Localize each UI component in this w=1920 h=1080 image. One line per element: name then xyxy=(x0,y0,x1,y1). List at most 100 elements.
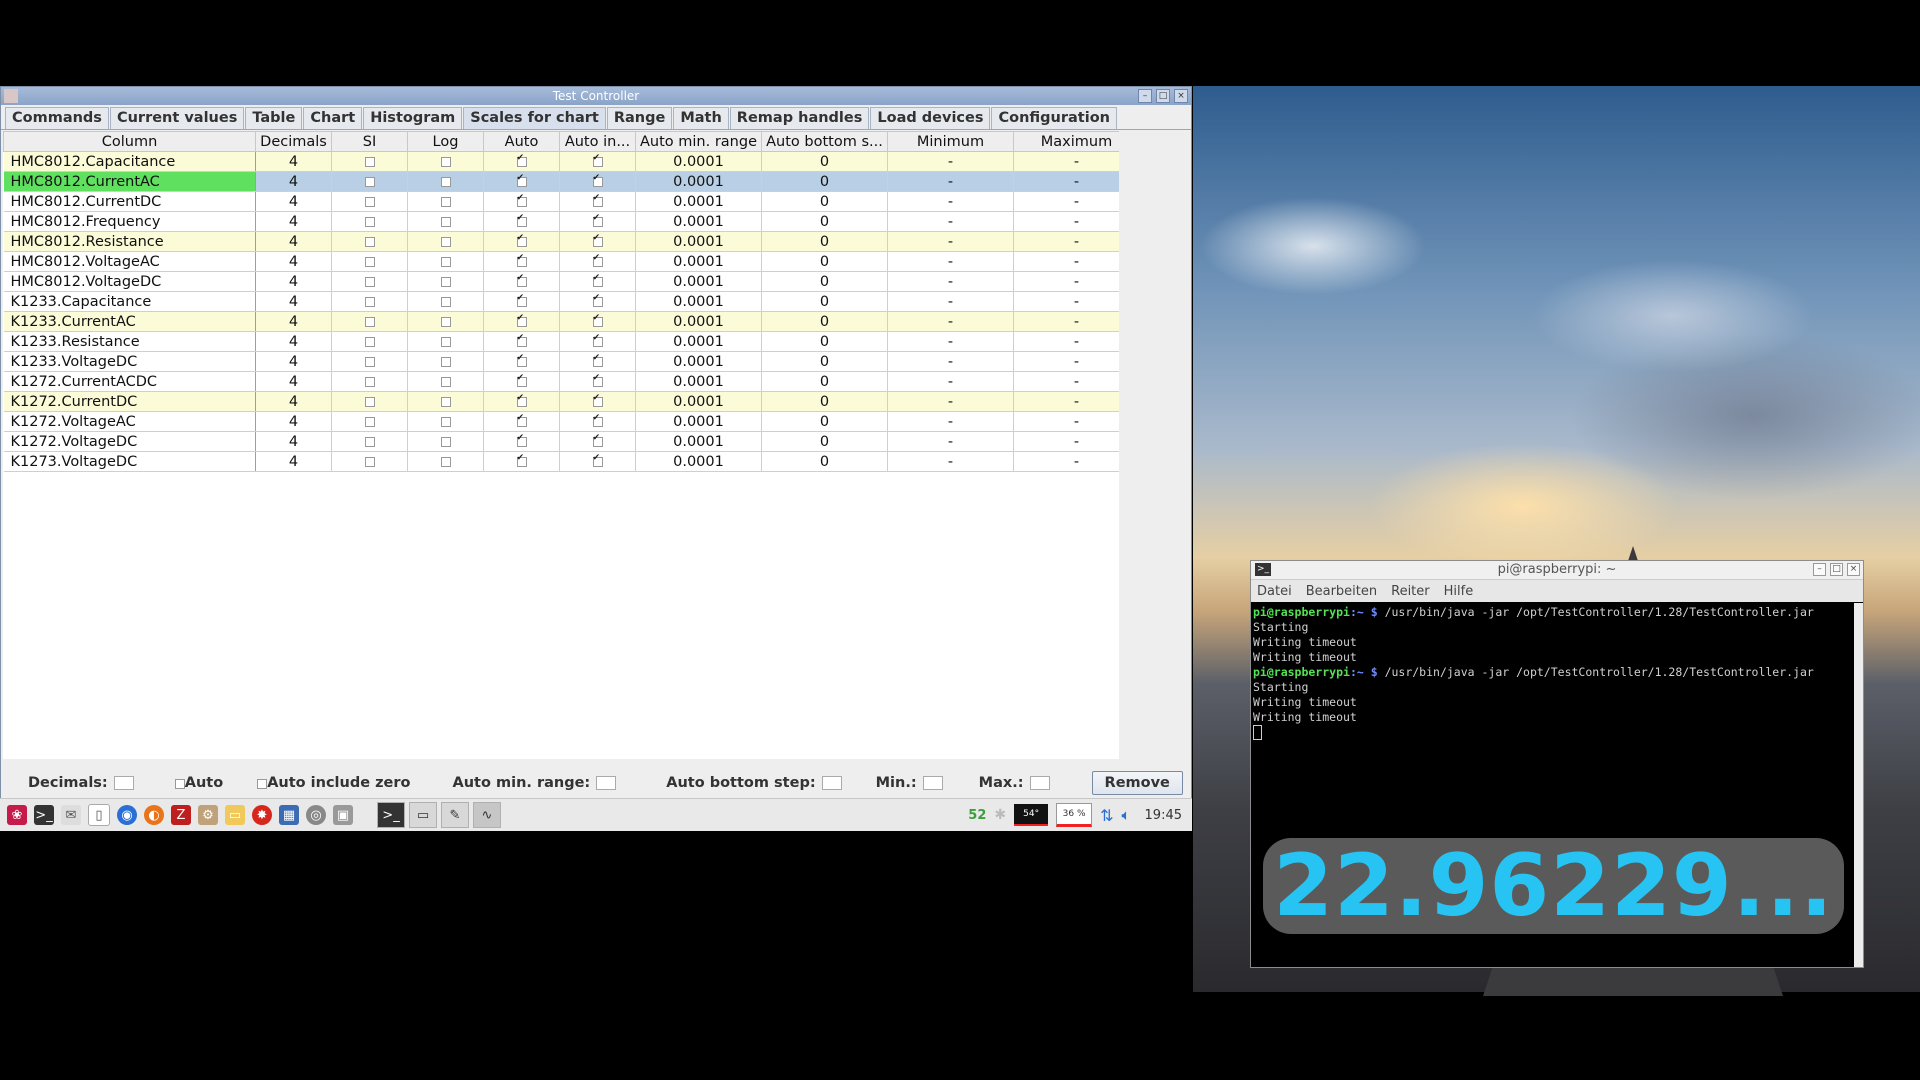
terminal-menu-bearbeiten[interactable]: Bearbeiten xyxy=(1306,584,1377,599)
decimals-cell[interactable]: 4 xyxy=(255,411,332,432)
decimals-cell[interactable]: 4 xyxy=(255,271,332,292)
auto-min-range-cell[interactable]: 0.0001 xyxy=(635,411,762,432)
cpu-temp-monitor[interactable]: 54° xyxy=(1014,804,1049,826)
auto-checkbox[interactable] xyxy=(516,393,527,407)
auto-min-range-cell[interactable]: 0.0001 xyxy=(635,291,762,312)
minimum-cell[interactable]: - xyxy=(887,251,1014,272)
auto-bottom-cell[interactable]: 0 xyxy=(761,431,888,452)
auto-min-range-cell[interactable]: 0.0001 xyxy=(635,251,762,272)
decimals-cell[interactable]: 4 xyxy=(255,251,332,272)
folder-icon[interactable]: ▭ xyxy=(225,805,245,825)
minimum-cell[interactable]: - xyxy=(887,371,1014,392)
log-checkbox[interactable] xyxy=(440,416,451,427)
taskbar-editor-window[interactable]: ✎ xyxy=(441,802,469,828)
terminal-scrollbar[interactable] xyxy=(1854,603,1863,967)
auto-include-checkbox[interactable] xyxy=(592,273,603,287)
auto-include-checkbox[interactable] xyxy=(592,173,603,187)
decimals-cell[interactable]: 4 xyxy=(255,171,332,192)
minimum-cell[interactable]: - xyxy=(887,351,1014,372)
minimize-icon[interactable]: – xyxy=(1138,89,1152,103)
auto-bottom-cell[interactable]: 0 xyxy=(761,191,888,212)
column-header[interactable]: Auto bottom s... xyxy=(761,131,888,152)
decimals-cell[interactable]: 4 xyxy=(255,151,332,172)
tab-table[interactable]: Table xyxy=(245,107,303,129)
auto-min-range-cell[interactable]: 0.0001 xyxy=(635,331,762,352)
remove-button[interactable]: Remove xyxy=(1091,771,1183,795)
close-icon[interactable]: × xyxy=(1174,89,1188,103)
tab-commands[interactable]: Commands xyxy=(5,107,109,129)
minimum-cell[interactable]: - xyxy=(887,151,1014,172)
minimum-cell[interactable]: - xyxy=(887,451,1014,472)
auto-bottom-cell[interactable]: 0 xyxy=(761,351,888,372)
min-field[interactable] xyxy=(922,776,943,790)
update-counter[interactable]: 52 xyxy=(968,808,986,823)
si-checkbox[interactable] xyxy=(364,176,375,187)
window-titlebar[interactable]: Test Controller – □ × xyxy=(1,87,1191,105)
table-row[interactable]: HMC8012.VoltageAC40.00010-- xyxy=(3,251,1140,272)
auto-checkbox[interactable] xyxy=(516,353,527,367)
auto-checkbox[interactable] xyxy=(516,213,527,227)
decimals-field[interactable] xyxy=(113,776,134,790)
log-checkbox[interactable] xyxy=(440,196,451,207)
auto-min-range-field[interactable] xyxy=(596,776,617,790)
si-checkbox[interactable] xyxy=(364,376,375,387)
table-row[interactable]: HMC8012.CurrentAC40.00010-- xyxy=(3,171,1140,192)
minimum-cell[interactable]: - xyxy=(887,171,1014,192)
auto-checkbox[interactable] xyxy=(516,373,527,387)
auto-checkbox[interactable] xyxy=(516,273,527,287)
decimals-cell[interactable]: 4 xyxy=(255,291,332,312)
auto-include-checkbox[interactable] xyxy=(592,373,603,387)
column-name-cell[interactable]: K1272.VoltageAC xyxy=(3,411,256,432)
auto-include-checkbox[interactable] xyxy=(592,313,603,327)
column-name-cell[interactable]: K1272.VoltageDC xyxy=(3,431,256,452)
chromium-icon[interactable]: ◉ xyxy=(117,805,137,825)
auto-checkbox[interactable] xyxy=(174,779,185,789)
terminal-menu-datei[interactable]: Datei xyxy=(1257,584,1292,599)
auto-checkbox[interactable] xyxy=(516,233,527,247)
log-checkbox[interactable] xyxy=(440,436,451,447)
auto-min-range-cell[interactable]: 0.0001 xyxy=(635,351,762,372)
terminal-titlebar[interactable]: >_ pi@raspberrypi: ~ – □ × xyxy=(1251,561,1863,580)
auto-bottom-cell[interactable]: 0 xyxy=(761,171,888,192)
auto-bottom-cell[interactable]: 0 xyxy=(761,271,888,292)
auto-checkbox[interactable] xyxy=(516,333,527,347)
auto-include-checkbox[interactable] xyxy=(592,293,603,307)
log-checkbox[interactable] xyxy=(440,456,451,467)
webcam-icon[interactable]: ◎ xyxy=(306,805,326,825)
document-icon[interactable]: ▯ xyxy=(88,804,110,826)
auto-include-checkbox[interactable] xyxy=(592,253,603,267)
table-row[interactable]: K1233.Capacitance40.00010-- xyxy=(3,291,1140,312)
auto-checkbox[interactable] xyxy=(516,433,527,447)
auto-bottom-cell[interactable]: 0 xyxy=(761,311,888,332)
tab-range[interactable]: Range xyxy=(606,107,673,129)
auto-min-range-cell[interactable]: 0.0001 xyxy=(635,371,762,392)
decimals-cell[interactable]: 4 xyxy=(255,391,332,412)
auto-min-range-cell[interactable]: 0.0001 xyxy=(635,171,762,192)
column-name-cell[interactable]: HMC8012.Capacitance xyxy=(3,151,256,172)
auto-include-checkbox[interactable] xyxy=(592,333,603,347)
si-checkbox[interactable] xyxy=(364,196,375,207)
network-icon[interactable]: ⇅ xyxy=(1100,806,1113,825)
log-checkbox[interactable] xyxy=(440,356,451,367)
auto-group[interactable]: Auto xyxy=(174,775,223,791)
grid-app-icon[interactable]: ▦ xyxy=(279,805,299,825)
table-row[interactable]: K1272.VoltageDC40.00010-- xyxy=(3,431,1140,452)
column-name-cell[interactable]: K1272.CurrentDC xyxy=(3,391,256,412)
si-checkbox[interactable] xyxy=(364,356,375,367)
column-name-cell[interactable]: K1273.VoltageDC xyxy=(3,451,256,472)
ram-monitor[interactable]: 36 % xyxy=(1056,803,1093,827)
firefox-icon[interactable]: ◐ xyxy=(144,805,164,825)
column-header[interactable]: SI xyxy=(331,131,408,152)
minimum-cell[interactable]: - xyxy=(887,331,1014,352)
tab-scales-for-chart[interactable]: Scales for chart xyxy=(463,107,606,129)
clock[interactable]: 19:45 xyxy=(1145,808,1182,823)
taskbar-filemanager-window[interactable]: ▭ xyxy=(409,802,437,828)
column-name-cell[interactable]: K1233.VoltageDC xyxy=(3,351,256,372)
auto-checkbox[interactable] xyxy=(516,413,527,427)
auto-bottom-cell[interactable]: 0 xyxy=(761,231,888,252)
table-row[interactable]: HMC8012.Frequency40.00010-- xyxy=(3,211,1140,232)
tab-histogram[interactable]: Histogram xyxy=(363,107,463,129)
auto-min-range-cell[interactable]: 0.0001 xyxy=(635,451,762,472)
log-checkbox[interactable] xyxy=(440,376,451,387)
table-row[interactable]: K1272.VoltageAC40.00010-- xyxy=(3,411,1140,432)
